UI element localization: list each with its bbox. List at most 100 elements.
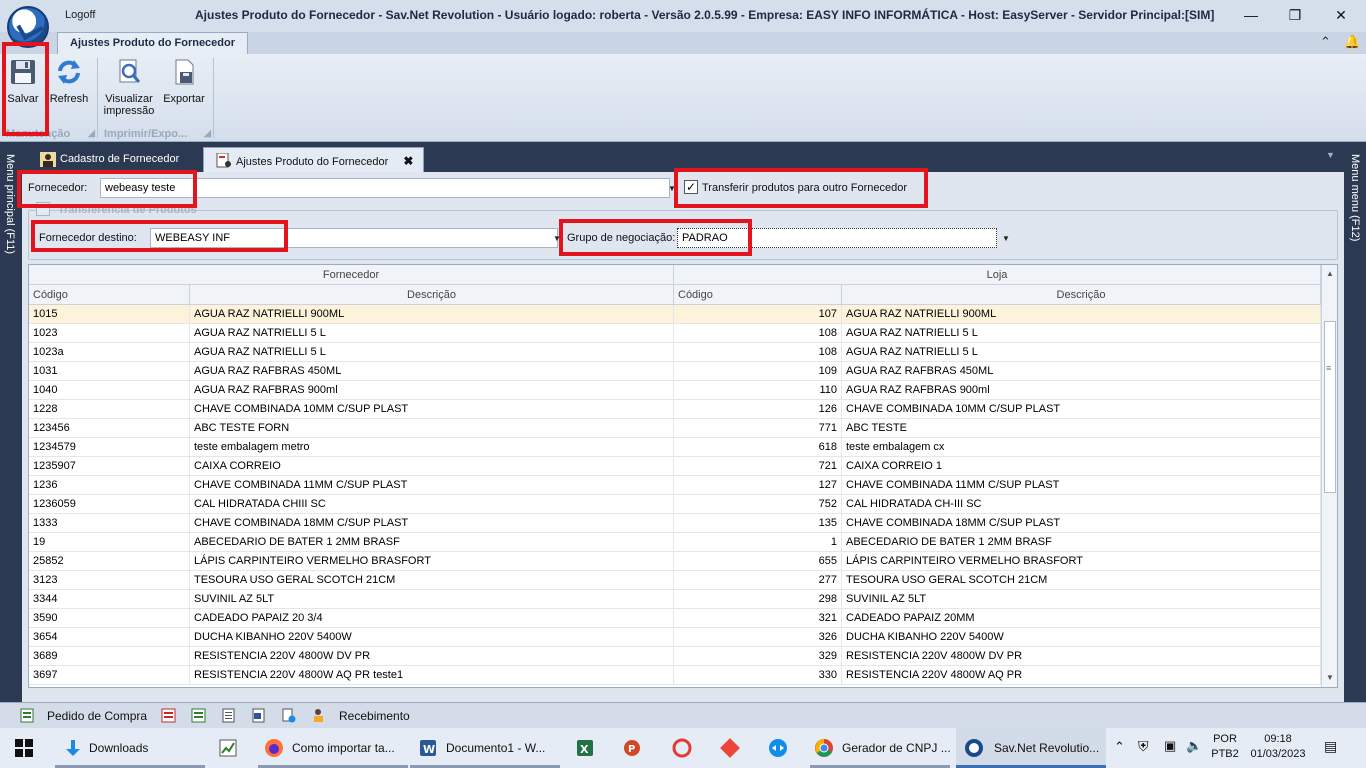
table-row[interactable]: 1333 CHAVE COMBINADA 18MM C/SUP PLAST 135 C… bbox=[29, 514, 1321, 533]
supplier-description-cell[interactable]: AGUA RAZ NATRIELLI 5 L bbox=[190, 343, 674, 362]
list-document-icon[interactable] bbox=[221, 708, 236, 723]
tab-list-dropdown-icon[interactable]: ▼ bbox=[1326, 150, 1335, 160]
purchase-order-icon[interactable] bbox=[20, 708, 35, 723]
scroll-down-icon[interactable]: ▼ bbox=[1326, 673, 1334, 682]
add-document-icon[interactable] bbox=[281, 708, 296, 723]
supplier-description-cell[interactable]: teste embalagem metro bbox=[190, 438, 674, 457]
notifications-icon[interactable]: ▤ bbox=[1324, 738, 1337, 755]
export-button[interactable]: Exportar bbox=[160, 58, 208, 105]
supplier-code-cell[interactable]: 1015 bbox=[29, 305, 190, 324]
logoff-link[interactable]: Logoff bbox=[65, 9, 95, 21]
supplier-code-cell[interactable]: 1031 bbox=[29, 362, 190, 381]
close-icon[interactable]: ✕ bbox=[1327, 4, 1355, 26]
supplier-description-cell[interactable]: CAL HIDRATADA CHIII SC bbox=[190, 495, 674, 514]
store-code-cell[interactable]: 329 bbox=[674, 647, 842, 666]
store-code-cell[interactable]: 107 bbox=[674, 305, 842, 324]
teamviewer-icon[interactable] bbox=[768, 738, 788, 758]
store-description-cell[interactable]: teste embalagem cx bbox=[842, 438, 1321, 457]
supplier-description-cell[interactable]: CHAVE COMBINADA 10MM C/SUP PLAST bbox=[190, 400, 674, 419]
transfer-checkbox-label[interactable]: Transferir produtos para outro Fornecedo… bbox=[702, 182, 907, 194]
table-row[interactable]: 1040 AGUA RAZ RAFBRAS 900ml 110 AGUA RAZ RA… bbox=[29, 381, 1321, 400]
supplier-code-cell[interactable]: 1333 bbox=[29, 514, 190, 533]
ribbon-tab-adjustments[interactable]: Ajustes Produto do Fornecedor bbox=[57, 32, 249, 54]
supplier-code-cell[interactable]: 3689 bbox=[29, 647, 190, 666]
green-report-icon[interactable] bbox=[191, 708, 206, 723]
store-description-cell[interactable]: RESISTENCIA 220V 4800W DV PR bbox=[842, 647, 1321, 666]
supplier-code-cell[interactable]: 3123 bbox=[29, 571, 190, 590]
store-description-cell[interactable]: CAL HIDRATADA CH-III SC bbox=[842, 495, 1321, 514]
refresh-button[interactable]: Refresh bbox=[46, 58, 92, 105]
word-document-icon[interactable] bbox=[251, 708, 266, 723]
table-row[interactable]: 1235907 CAIXA CORREIO 721 CAIXA CORREIO 1 bbox=[29, 457, 1321, 476]
supplier-code-cell[interactable]: 123456 bbox=[29, 419, 190, 438]
supplier-description-cell[interactable]: CHAVE COMBINADA 11MM C/SUP PLAST bbox=[190, 476, 674, 495]
receiving-icon[interactable] bbox=[311, 708, 326, 723]
supplier-description-cell[interactable]: SUVINIL AZ 5LT bbox=[190, 590, 674, 609]
supplier-code-cell[interactable]: 3654 bbox=[29, 628, 190, 647]
group-launcher-icon[interactable]: ◢ bbox=[204, 128, 211, 139]
windows-start-icon[interactable] bbox=[15, 739, 33, 757]
store-code-cell[interactable]: 277 bbox=[674, 571, 842, 590]
table-row[interactable]: 1236059 CAL HIDRATADA CHIII SC 752 CAL HIDR… bbox=[29, 495, 1321, 514]
scroll-up-icon[interactable]: ▲ bbox=[1326, 269, 1334, 278]
transfer-checkbox[interactable]: ✓ bbox=[684, 180, 698, 194]
store-code-cell[interactable]: 126 bbox=[674, 400, 842, 419]
table-row[interactable]: 19 ABECEDARIO DE BATER 1 2MM BRASF 1 ABECED… bbox=[29, 533, 1321, 552]
table-row[interactable]: 3590 CADEADO PAPAIZ 20 3/4 321 CADEADO PAPA… bbox=[29, 609, 1321, 628]
vertical-scrollbar[interactable]: ▲ ≡ ▼ bbox=[1321, 265, 1337, 687]
powerpoint-icon[interactable]: P bbox=[622, 738, 642, 758]
supplier-description-cell[interactable]: AGUA RAZ RAFBRAS 900ml bbox=[190, 381, 674, 400]
store-description-cell[interactable]: CHAVE COMBINADA 10MM C/SUP PLAST bbox=[842, 400, 1321, 419]
supplier-code-cell[interactable]: 1234579 bbox=[29, 438, 190, 457]
save-button[interactable]: Salvar bbox=[6, 58, 40, 105]
purchase-order-link[interactable]: Pedido de Compra bbox=[47, 709, 147, 723]
supplier-description-cell[interactable]: ABECEDARIO DE BATER 1 2MM BRASF bbox=[190, 533, 674, 552]
group-launcher-icon[interactable]: ◢ bbox=[88, 128, 95, 139]
supplier-code-cell[interactable]: 19 bbox=[29, 533, 190, 552]
supplier-code-cell[interactable]: 25852 bbox=[29, 552, 190, 571]
store-code-cell[interactable]: 1 bbox=[674, 533, 842, 552]
table-row[interactable]: 1228 CHAVE COMBINADA 10MM C/SUP PLAST 126 C… bbox=[29, 400, 1321, 419]
supplier-code-cell[interactable]: 1235907 bbox=[29, 457, 190, 476]
notification-bell-icon[interactable]: 🔔 bbox=[1344, 34, 1360, 50]
store-code-cell[interactable]: 771 bbox=[674, 419, 842, 438]
store-code-cell[interactable]: 326 bbox=[674, 628, 842, 647]
store-description-cell[interactable]: DUCHA KIBANHO 220V 5400W bbox=[842, 628, 1321, 647]
store-code-cell[interactable]: 618 bbox=[674, 438, 842, 457]
store-description-cell[interactable]: AGUA RAZ RAFBRAS 450ML bbox=[842, 362, 1321, 381]
supplier-code-cell[interactable]: 1040 bbox=[29, 381, 190, 400]
taskbar-downloads[interactable]: Downloads bbox=[55, 728, 205, 768]
supplier-description-cell[interactable]: RESISTENCIA 220V 4800W DV PR bbox=[190, 647, 674, 666]
right-menu-rail[interactable]: Menu menu (F12) bbox=[1344, 142, 1366, 702]
supplier-code-cell[interactable]: 3697 bbox=[29, 666, 190, 685]
left-menu-rail[interactable]: Menu principal (F11) bbox=[0, 142, 22, 702]
supplier-description-cell[interactable]: AGUA RAZ RAFBRAS 450ML bbox=[190, 362, 674, 381]
store-code-cell[interactable]: 655 bbox=[674, 552, 842, 571]
table-row[interactable]: 1234579 teste embalagem metro 618 teste emb… bbox=[29, 438, 1321, 457]
supplier-description-cell[interactable]: LÁPIS CARPINTEIRO VERMELHO BRASFORT bbox=[190, 552, 674, 571]
store-description-cell[interactable]: AGUA RAZ NATRIELLI 5 L bbox=[842, 324, 1321, 343]
store-description-cell[interactable]: ABC TESTE bbox=[842, 419, 1321, 438]
table-row[interactable]: 3344 SUVINIL AZ 5LT 298 SUVINIL AZ 5LT bbox=[29, 590, 1321, 609]
supplier-description-cell[interactable]: RESISTENCIA 220V 4800W AQ PR teste1 bbox=[190, 666, 674, 685]
table-row[interactable]: 1015 AGUA RAZ NATRIELLI 900ML 107 AGUA RAZ … bbox=[29, 305, 1321, 324]
destination-supplier-combobox[interactable]: WEBEASY INF bbox=[150, 228, 558, 248]
store-code-cell[interactable]: 108 bbox=[674, 343, 842, 362]
minimize-icon[interactable]: — bbox=[1237, 4, 1265, 26]
store-code-cell[interactable]: 721 bbox=[674, 457, 842, 476]
supplier-code-cell[interactable]: 3590 bbox=[29, 609, 190, 628]
store-description-cell[interactable]: CHAVE COMBINADA 18MM C/SUP PLAST bbox=[842, 514, 1321, 533]
show-hidden-icons-icon[interactable]: ⌃ bbox=[1114, 739, 1125, 755]
table-row[interactable]: 25852 LÁPIS CARPINTEIRO VERMELHO BRASFORT… bbox=[29, 552, 1321, 571]
store-description-cell[interactable]: AGUA RAZ NATRIELLI 5 L bbox=[842, 343, 1321, 362]
spreadsheet-app-icon[interactable] bbox=[218, 738, 238, 758]
store-code-cell[interactable]: 135 bbox=[674, 514, 842, 533]
col-store-description[interactable]: Descrição bbox=[842, 285, 1321, 305]
volume-icon[interactable]: 🔈 bbox=[1186, 738, 1202, 754]
supplier-description-cell[interactable]: ABC TESTE FORN bbox=[190, 419, 674, 438]
supplier-description-cell[interactable]: DUCHA KIBANHO 220V 5400W bbox=[190, 628, 674, 647]
store-code-cell[interactable]: 127 bbox=[674, 476, 842, 495]
excel-icon[interactable]: X bbox=[575, 738, 595, 758]
tab-product-adjustments[interactable]: Ajustes Produto do Fornecedor ✖ bbox=[203, 147, 425, 172]
app-logo-button[interactable] bbox=[7, 6, 49, 48]
